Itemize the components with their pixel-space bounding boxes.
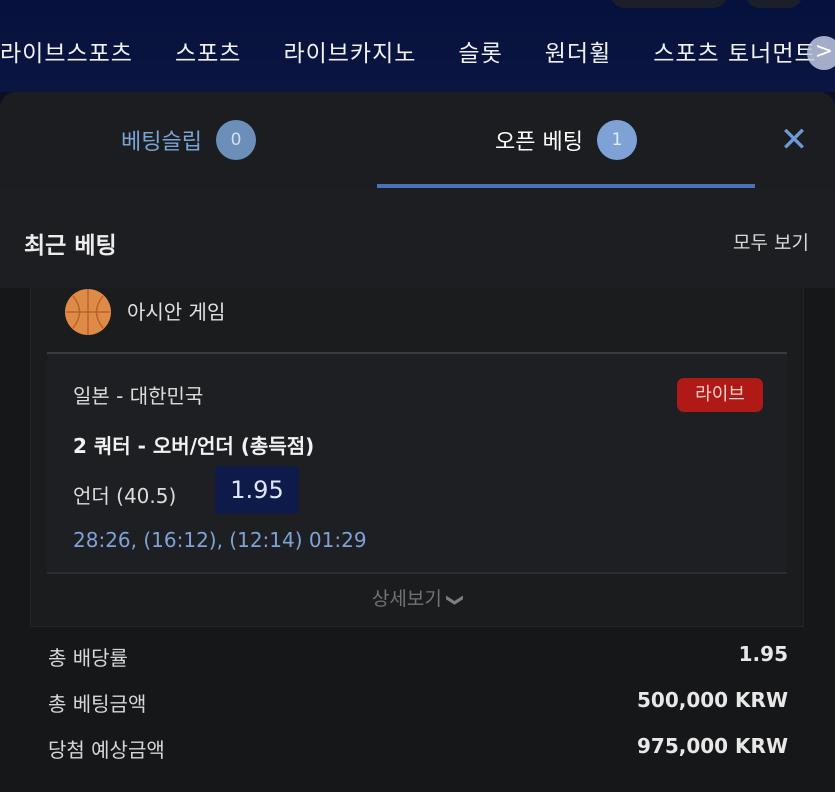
header-button[interactable]: [610, 0, 728, 8]
nav-item-wonder-wheel[interactable]: 원더휠: [545, 34, 611, 74]
chevron-down-icon: ❯: [444, 592, 465, 608]
tab-betslip[interactable]: 베팅슬립 0: [0, 92, 377, 188]
nav-item-slots[interactable]: 슬롯: [458, 34, 502, 74]
category-nav: 라이브스포츠 스포츠 라이브카지노 슬롯 원더휠 스포츠 토너먼트: [0, 34, 835, 74]
total-odds-label: 총 배당률: [48, 646, 128, 670]
details-label: 상세보기: [371, 588, 442, 610]
league-name: 아시안 게임: [127, 300, 226, 324]
tab-open-bets-count: 1: [596, 120, 637, 160]
total-stake-value: 500,000 KRW: [636, 688, 788, 712]
recent-bets-title: 최근 베팅: [24, 233, 117, 259]
basketball-icon: [65, 289, 111, 335]
view-all-link[interactable]: 모두 보기: [733, 228, 809, 255]
bet-panel: 베팅슬립 0 오픈 베팅 1 ✕ 최근 베팅 모두 보기 아시안 게임 일본 -…: [0, 92, 835, 792]
live-score: 28:26, (16:12), (12:14) 01:29: [73, 528, 367, 552]
divider: [47, 572, 787, 574]
bet-card: 아시안 게임 일본 - 대한민국 라이브 2 쿼터 - 오버/언더 (총득점) …: [30, 288, 804, 627]
nav-item-sports[interactable]: 스포츠: [175, 34, 241, 74]
potential-win-label: 당첨 예상금액: [48, 738, 165, 762]
header-button-secondary[interactable]: [745, 0, 803, 8]
details-toggle[interactable]: 상세보기 ❯: [31, 584, 803, 611]
bet-list: 아시안 게임 일본 - 대한민국 라이브 2 쿼터 - 오버/언더 (총득점) …: [0, 288, 835, 792]
recent-bets-header: [0, 188, 835, 298]
potential-win-value: 975,000 KRW: [636, 734, 788, 758]
total-odds-value: 1.95: [738, 642, 788, 666]
tab-betslip-label: 베팅슬립: [121, 130, 202, 155]
selection-name: 언더 (40.5): [73, 484, 177, 508]
nav-scroll-right-icon[interactable]: >: [807, 36, 835, 70]
total-stake-label: 총 베팅금액: [48, 692, 147, 716]
tab-betslip-count: 0: [215, 120, 256, 160]
nav-item-sports-tournament[interactable]: 스포츠 토너먼트: [653, 34, 816, 74]
tab-open-bets-label: 오픈 베팅: [495, 130, 583, 155]
market-name: 2 쿼터 - 오버/언더 (총득점): [73, 434, 315, 458]
odds-value: 1.95: [215, 466, 299, 514]
bet-tabs: 베팅슬립 0 오픈 베팅 1 ✕: [0, 92, 835, 188]
bet-event: 일본 - 대한민국 라이브 2 쿼터 - 오버/언더 (총득점) 언더 (40.…: [47, 354, 787, 572]
tab-open-bets[interactable]: 오픈 베팅 1: [377, 92, 755, 188]
nav-item-live-sports[interactable]: 라이브스포츠: [0, 34, 133, 74]
live-badge: 라이브: [677, 378, 763, 412]
close-icon[interactable]: ✕: [775, 122, 813, 160]
top-navigation: 라이브스포츠 스포츠 라이브카지노 슬롯 원더휠 스포츠 토너먼트 >: [0, 0, 835, 92]
match-name: 일본 - 대한민국: [73, 384, 204, 408]
nav-item-live-casino[interactable]: 라이브카지노: [283, 34, 416, 74]
